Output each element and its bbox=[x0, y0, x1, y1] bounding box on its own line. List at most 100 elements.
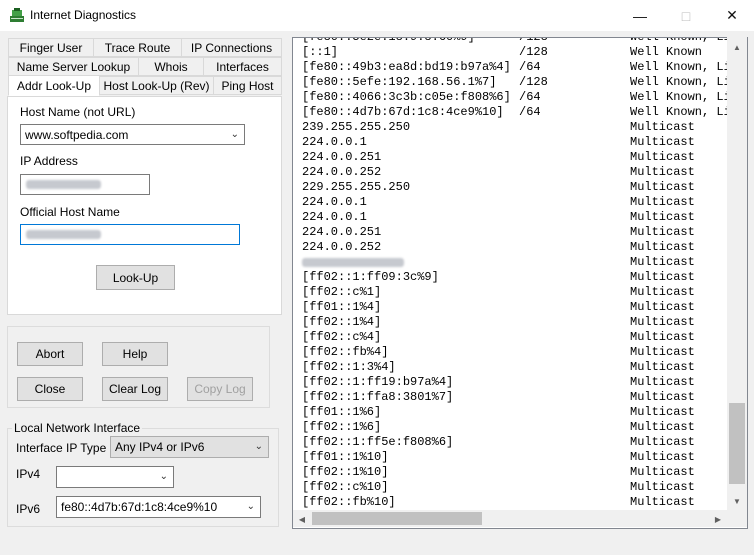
tab-label: Whois bbox=[154, 59, 188, 74]
log-address: [ff02::c%10] bbox=[302, 480, 389, 494]
chevron-down-icon: ⌄ bbox=[230, 128, 239, 140]
ipv6-select[interactable]: fe80::4d7b:67d:1c8:4ce9%10 ⌄ bbox=[56, 496, 261, 518]
minimize-button[interactable]: — bbox=[617, 0, 663, 31]
log-address: 224.0.0.252 bbox=[302, 165, 382, 179]
log-type: Multicast bbox=[630, 345, 695, 359]
log-address: [ff02::1:3%4] bbox=[302, 360, 396, 374]
tab-trace-route[interactable]: Trace Route bbox=[93, 38, 182, 57]
host-name-value: www.softpedia.com bbox=[25, 127, 129, 142]
log-address: [fe80::4066:3c3b:c05e:f808%6] bbox=[302, 90, 511, 104]
log-address: 224.0.0.1 bbox=[302, 210, 367, 224]
tab-finger-user[interactable]: Finger User bbox=[8, 38, 94, 57]
chevron-down-icon: ⌄ bbox=[254, 440, 263, 452]
log-prefix: /128 bbox=[519, 45, 548, 59]
log-prefix: /64 bbox=[519, 105, 541, 119]
official-host-name-label: Official Host Name bbox=[20, 205, 120, 219]
lookup-button-label: Look-Up bbox=[112, 270, 159, 285]
help-button-label: Help bbox=[122, 347, 148, 361]
log-type: Well Known, Li bbox=[630, 37, 731, 44]
copy-log-button-label: Copy Log bbox=[194, 382, 246, 396]
log-type: Multicast bbox=[630, 210, 695, 224]
tab-interfaces[interactable]: Interfaces bbox=[203, 57, 282, 76]
log-address: 224.0.0.251 bbox=[302, 225, 382, 239]
scrollbar-corner bbox=[727, 510, 747, 527]
ip-address-field[interactable] bbox=[20, 174, 150, 195]
redacted-value bbox=[26, 180, 101, 189]
log-type: Multicast bbox=[630, 195, 695, 209]
redacted-value bbox=[26, 230, 101, 239]
host-name-combobox[interactable]: www.softpedia.com ⌄ bbox=[20, 124, 245, 145]
log-type: Multicast bbox=[630, 270, 695, 284]
log-type: Multicast bbox=[630, 480, 695, 494]
tab-host-lookup-rev[interactable]: Host Look-Up (Rev) bbox=[99, 76, 214, 95]
ipv4-select[interactable]: ⌄ bbox=[56, 466, 174, 488]
interface-ip-type-select[interactable]: Any IPv4 or IPv6 ⌄ bbox=[110, 436, 269, 458]
scroll-right-icon[interactable]: ▶ bbox=[710, 511, 726, 527]
log-type: Multicast bbox=[630, 285, 695, 299]
help-button[interactable]: Help bbox=[102, 342, 168, 366]
tab-ping-host[interactable]: Ping Host bbox=[213, 76, 282, 95]
interface-ip-type-label: Interface IP Type bbox=[16, 441, 107, 455]
tab-whois[interactable]: Whois bbox=[138, 57, 204, 76]
vertical-scroll-thumb[interactable] bbox=[729, 403, 745, 484]
abort-button-label: Abort bbox=[35, 347, 65, 361]
log-prefix: /64 bbox=[519, 60, 541, 74]
tab-label: Finger User bbox=[19, 40, 83, 55]
log-address: [ff02::fb%10] bbox=[302, 495, 396, 509]
log-type: Multicast bbox=[630, 315, 695, 329]
log-address: [ff02::c%1] bbox=[302, 285, 382, 299]
tab-name-server-lookup[interactable]: Name Server Lookup bbox=[8, 57, 139, 76]
log-address: 224.0.0.1 bbox=[302, 135, 367, 149]
output-log[interactable]: [fe80::5e2e:18:9:8:60%9]/128 Well Known, … bbox=[292, 37, 748, 529]
scroll-up-icon[interactable]: ▲ bbox=[729, 39, 745, 55]
log-address: [::1] bbox=[302, 45, 339, 59]
copy-log-button[interactable]: Copy Log bbox=[187, 377, 253, 401]
log-address: [fe80::49b3:ea8d:bd19:b97a%4] bbox=[302, 60, 511, 74]
official-host-name-field[interactable] bbox=[20, 224, 240, 245]
horizontal-scroll-thumb[interactable] bbox=[312, 512, 482, 525]
chevron-down-icon: ⌄ bbox=[159, 470, 168, 482]
log-address: [ff02::1%4] bbox=[302, 315, 382, 329]
maximize-button[interactable]: □ bbox=[663, 0, 709, 31]
log-type: Well Known, Li bbox=[630, 60, 731, 74]
log-type: Multicast bbox=[630, 495, 695, 509]
log-type: Well Known, Li bbox=[630, 105, 731, 119]
log-prefix: /128 bbox=[519, 37, 548, 44]
log-address: [ff02::fb%4] bbox=[302, 345, 389, 359]
tab-label: IP Connections bbox=[190, 40, 273, 55]
scroll-down-icon[interactable]: ▼ bbox=[729, 493, 745, 509]
lookup-button[interactable]: Look-Up bbox=[96, 265, 175, 290]
log-type: Multicast bbox=[630, 390, 695, 404]
log-address: [ff02::c%4] bbox=[302, 330, 382, 344]
log-type: Multicast bbox=[630, 450, 695, 464]
log-address: 224.0.0.1 bbox=[302, 195, 367, 209]
close-icon: ✕ bbox=[726, 7, 738, 23]
tab-label: Host Look-Up (Rev) bbox=[103, 78, 210, 93]
host-name-label: Host Name (not URL) bbox=[20, 105, 136, 119]
log-type: Multicast bbox=[630, 225, 695, 239]
clear-log-button[interactable]: Clear Log bbox=[102, 377, 168, 401]
log-type: Well Known bbox=[630, 45, 703, 59]
chevron-down-icon: ⌄ bbox=[246, 500, 255, 512]
log-address: [ff01::1%10] bbox=[302, 450, 389, 464]
log-address: [ff02::1:ffa8:3801%7] bbox=[302, 390, 454, 404]
scroll-left-icon[interactable]: ◀ bbox=[294, 511, 310, 527]
tab-ip-connections[interactable]: IP Connections bbox=[181, 38, 282, 57]
window-title: Internet Diagnostics bbox=[30, 8, 137, 22]
log-type: Multicast bbox=[630, 435, 695, 449]
log-type: Multicast bbox=[630, 165, 695, 179]
close-window-button[interactable]: ✕ bbox=[709, 0, 754, 31]
log-type: Multicast bbox=[630, 405, 695, 419]
tab-label: Addr Look-Up bbox=[16, 78, 92, 93]
tab-label: Trace Route bbox=[104, 40, 171, 55]
tab-addr-lookup[interactable]: Addr Look-Up bbox=[8, 75, 100, 96]
interface-ip-type-value: Any IPv4 or IPv6 bbox=[115, 440, 205, 454]
close-button-label: Close bbox=[34, 382, 66, 396]
close-button[interactable]: Close bbox=[17, 377, 83, 401]
log-address: [ff02::1:ff19:b97a%4] bbox=[302, 375, 454, 389]
log-type: Well Known, Li bbox=[630, 90, 731, 104]
log-type: Multicast bbox=[630, 420, 695, 434]
log-address: 224.0.0.251 bbox=[302, 150, 382, 164]
log-address: [ff02::1:ff09:3c%9] bbox=[302, 270, 439, 284]
abort-button[interactable]: Abort bbox=[17, 342, 83, 366]
